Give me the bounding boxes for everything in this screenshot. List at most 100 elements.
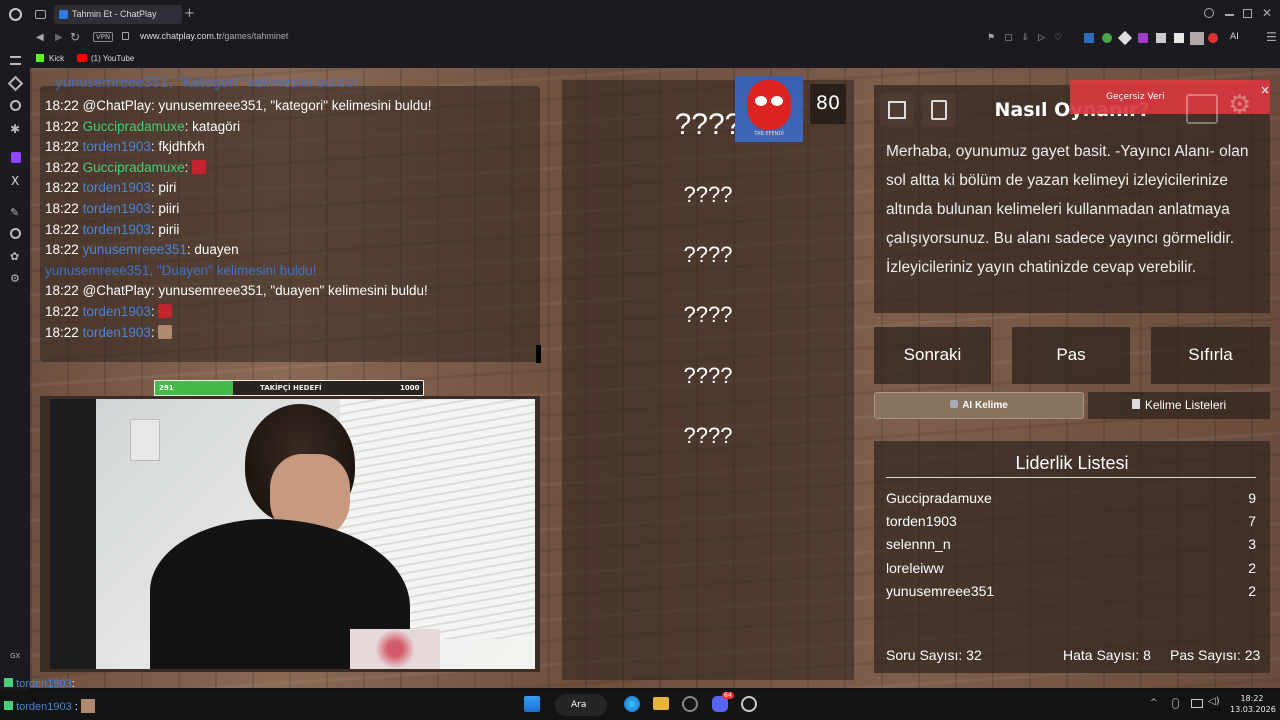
chat-message: 18:22 torden1903: piiri	[45, 201, 179, 216]
search-icon[interactable]	[1204, 8, 1214, 18]
new-tab-plus-icon[interactable]: +	[184, 6, 195, 21]
word-lists-button[interactable]: Kelime Listeleri	[1088, 392, 1270, 419]
leaderboard-name: loreleiww	[886, 559, 944, 576]
browser-sidebar: ✱ X ✎ ✿ ⚙ GX	[0, 50, 30, 690]
edge-icon[interactable]	[624, 696, 640, 712]
vpn-badge[interactable]: VPN	[93, 32, 114, 42]
bookmark-youtube[interactable]: (1) YouTube	[91, 54, 134, 63]
minimize-icon[interactable]	[1225, 14, 1234, 16]
discord-badge: 64	[722, 692, 734, 699]
list-icon	[1131, 399, 1140, 409]
forbidden-word-3: ????	[683, 302, 733, 327]
leaderboard-score: 2	[1248, 559, 1256, 576]
windows-start-icon[interactable]	[524, 696, 540, 712]
leaderboard-panel: Liderlik Listesi Guccipradamuxe 9 torden19…	[874, 441, 1270, 673]
close-window-icon[interactable]: ✕	[1262, 6, 1272, 20]
chat-message: 18:22 torden1903: pirii	[45, 222, 179, 237]
chat-username[interactable]: Guccipradamuxe	[83, 119, 185, 134]
video-dark-wall	[50, 399, 96, 669]
next-button[interactable]: Sonraki	[874, 327, 991, 384]
how-to-play-text: Merhaba, oyunumuz gayet basit. -Yayıncı …	[886, 143, 1249, 276]
sidebar-extensions-icon[interactable]: ✿	[10, 250, 19, 263]
forbidden-word-2: ????	[683, 242, 733, 267]
taskbar-app-icon[interactable]	[741, 696, 757, 712]
question-count: Soru Sayısı: 32	[886, 647, 982, 663]
sidebar-history-icon[interactable]	[10, 228, 21, 239]
tray-chevron-icon[interactable]: ^	[1150, 698, 1158, 708]
chat-time: 18:22	[45, 180, 79, 196]
chat-message: 18:22 torden1903: piri	[45, 180, 176, 195]
chat-message: 18:22 Guccipradamuxe: katagöri	[45, 119, 240, 134]
network-icon[interactable]	[1191, 699, 1203, 708]
chat-text: : fkjdhfxh	[150, 139, 205, 155]
wall-thermostat	[130, 419, 160, 461]
chat-username[interactable]: torden1903	[83, 180, 151, 195]
sidebar-gx-corner-icon[interactable]: ✱	[10, 122, 20, 136]
browser-tab-bar: Tahmin Et - ChatPlay + ✕	[0, 0, 1280, 28]
word-lists-label: Kelime Listeleri	[1144, 398, 1227, 412]
bookmark-kick[interactable]: Kick	[49, 54, 64, 63]
clock-time: 18:22	[1240, 694, 1264, 703]
leaderboard-score: 3	[1248, 536, 1256, 553]
ai-button[interactable]: AI	[1230, 32, 1239, 42]
chat-message: 18:22 yunusemreee351: duayen	[45, 242, 239, 257]
chat-scrollbar[interactable]	[536, 345, 541, 363]
chat-username[interactable]: torden1903	[83, 201, 151, 216]
sidebar-speed-dial-icon[interactable]	[7, 75, 24, 92]
toast-close-button[interactable]: ×	[1260, 83, 1270, 97]
clock[interactable]: 18:22 13.03.2026	[1230, 693, 1276, 715]
ai-word-button[interactable]: AI Kelime	[874, 392, 1084, 419]
sidebar-gx-control-icon[interactable]	[10, 100, 21, 111]
url-field[interactable]: www.chatplay.com.tr/games/tahminet	[140, 31, 288, 41]
avatar-caption: TAB EFENDİ	[754, 131, 784, 137]
follower-goal-bar: 291 TAKİPÇİ HEDEFİ 1000	[154, 380, 424, 396]
browser-tab-active[interactable]: Tahmin Et - ChatPlay	[54, 5, 182, 24]
settings-gear-icon[interactable]: ⚙	[1228, 90, 1251, 120]
extension-icons[interactable]	[1084, 30, 1234, 46]
address-action-icons[interactable]: ⚑▢⇩▷♡	[987, 33, 1071, 43]
pass-button[interactable]: Pas	[1012, 327, 1130, 384]
opera-gx-logo-icon[interactable]	[9, 8, 22, 21]
file-explorer-icon[interactable]	[653, 697, 669, 710]
bookmarks-bar: Kick (1) YouTube	[0, 50, 1280, 68]
goal-target: 1000	[400, 384, 420, 392]
sidebar-tool-icon[interactable]: ✎	[10, 206, 19, 219]
system-message: yunusemreee351, "Duayen" kelimesini buld…	[45, 262, 317, 278]
chat-username[interactable]: torden1903	[83, 139, 151, 154]
sidebar-gear-icon[interactable]: ⚙	[10, 272, 20, 285]
maximize-icon[interactable]	[1243, 9, 1252, 18]
chat-username[interactable]: @ChatPlay	[83, 283, 151, 298]
reload-icon[interactable]: ↻	[70, 30, 80, 44]
x-twitter-icon[interactable]: X	[11, 174, 19, 188]
forward-icon[interactable]: ▶	[55, 32, 63, 43]
chat-username[interactable]: torden1903	[83, 304, 151, 319]
chat-username[interactable]: torden1903	[83, 222, 151, 237]
volume-icon[interactable]: ◁)	[1208, 696, 1220, 707]
mask-eye-right	[771, 96, 783, 106]
leaderboard-name: yunusemreee351	[886, 582, 995, 599]
chat-time: 18:22	[45, 324, 79, 340]
chat-username[interactable]: torden1903	[83, 325, 151, 340]
leaderboard-row: loreleiww 2	[886, 560, 1256, 576]
overlay-chat-line-2: torden1903 :	[4, 699, 95, 713]
sidebar-settings-icon[interactable]	[10, 56, 21, 65]
back-icon[interactable]: ◀	[36, 32, 44, 43]
reset-button[interactable]: Sıfırla	[1151, 327, 1270, 384]
tab-island-icon[interactable]	[35, 10, 46, 19]
twitch-icon[interactable]	[11, 152, 21, 163]
opera-gx-taskbar-icon[interactable]	[682, 696, 698, 712]
menu-icon[interactable]: ☰	[1266, 30, 1277, 44]
kick-icon	[36, 54, 44, 62]
taskbar-search[interactable]: Ara	[555, 694, 607, 716]
chat-username[interactable]: @ChatPlay	[83, 98, 151, 113]
chat-text: : yunusemreee351, "kategori" kelimesini …	[151, 98, 432, 113]
chat-text: : piiri	[150, 201, 180, 216]
chat-time: 18:22	[45, 139, 79, 155]
logout-icon[interactable]	[1186, 94, 1218, 124]
chat-time: 18:22	[45, 201, 79, 216]
chat-username[interactable]: yunusemreee351	[83, 242, 187, 257]
emote-icon	[158, 324, 173, 339]
microphone-icon[interactable]	[1172, 698, 1179, 709]
leaderboard-name: Guccipradamuxe	[886, 490, 992, 506]
chat-username[interactable]: Guccipradamuxe	[83, 160, 185, 175]
